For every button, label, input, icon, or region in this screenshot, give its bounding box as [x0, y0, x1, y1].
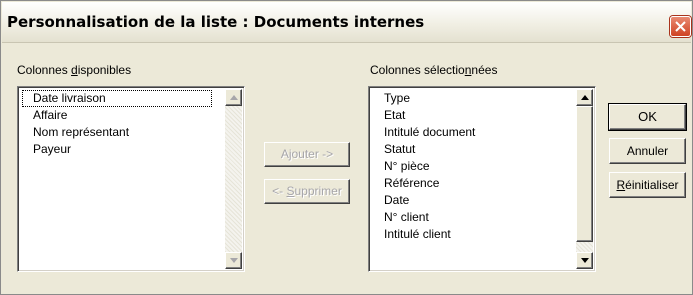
list-item[interactable]: Référence [373, 175, 475, 192]
list-item[interactable]: Intitulé document [373, 124, 475, 141]
reset-button[interactable]: Réinitialiser [609, 172, 686, 198]
available-columns-list[interactable]: Date livraison Affaire Nom représentant Pay… [17, 86, 245, 272]
available-scroll-down-button[interactable] [225, 252, 242, 269]
list-item[interactable]: Type [373, 90, 475, 107]
cancel-button[interactable]: Annuler [609, 138, 686, 164]
close-button[interactable] [670, 16, 691, 37]
arrow-down-icon [581, 258, 589, 263]
arrow-down-icon [230, 258, 238, 263]
list-item[interactable]: Payeur [22, 141, 212, 158]
customize-list-dialog: Personnalisation de la liste : Documents… [0, 0, 693, 295]
title-bar[interactable]: Personnalisation de la liste : Documents… [2, 2, 691, 43]
arrow-up-icon [581, 95, 589, 100]
list-item[interactable]: Date livraison [22, 90, 212, 107]
add-button[interactable]: Ajouter -> [264, 142, 350, 167]
list-item[interactable]: Date [373, 192, 475, 209]
selected-scroll-thumb[interactable] [576, 106, 593, 242]
selected-scrollbar[interactable] [576, 89, 593, 269]
selected-columns-list[interactable]: Type Etat Intitulé document Statut N° pièce R… [368, 86, 596, 272]
list-item[interactable]: Statut [373, 141, 475, 158]
arrow-up-icon [230, 95, 238, 100]
close-icon [675, 21, 686, 32]
list-item[interactable]: N° client [373, 209, 475, 226]
selected-scroll-down-button[interactable] [576, 252, 593, 269]
selected-scroll-up-button[interactable] [576, 89, 593, 106]
list-item[interactable]: Intitulé client [373, 226, 475, 243]
list-item[interactable]: Affaire [22, 107, 212, 124]
list-item[interactable]: Etat [373, 107, 475, 124]
available-columns-label: Colonnes disponibles [17, 63, 132, 77]
selected-columns-label: Colonnes sélectionnées [370, 63, 498, 77]
available-scrollbar[interactable] [225, 89, 242, 269]
ok-button[interactable]: OK [608, 103, 687, 131]
list-item[interactable]: N° pièce [373, 158, 475, 175]
remove-button[interactable]: <- Supprimer [264, 179, 350, 204]
dialog-title: Personnalisation de la liste : Documents… [7, 13, 425, 31]
list-item[interactable]: Nom représentant [22, 124, 212, 141]
available-scroll-up-button[interactable] [225, 89, 242, 106]
